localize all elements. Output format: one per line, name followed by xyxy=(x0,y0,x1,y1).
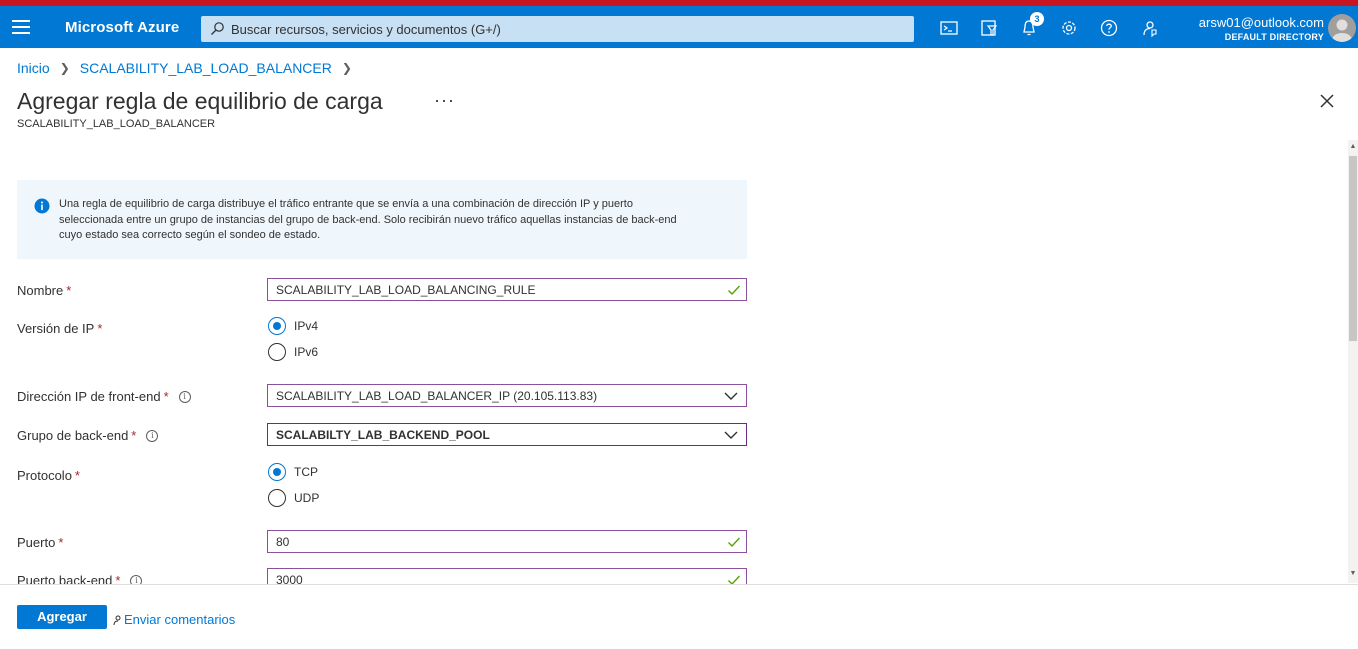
feedback-icon[interactable] xyxy=(1139,18,1159,38)
azure-top-bar: Microsoft Azure Buscar recursos, servici… xyxy=(0,6,1358,48)
frontend-ip-label: Dirección IP de front-end * i xyxy=(17,389,191,404)
breadcrumb-home[interactable]: Inicio xyxy=(17,60,50,76)
info-text-line: cuyo estado sea correcto según el sondeo… xyxy=(59,229,321,241)
more-options-button[interactable]: ··· xyxy=(434,90,455,111)
radio-label: IPv6 xyxy=(294,345,319,359)
check-icon xyxy=(728,537,741,548)
add-button[interactable]: Agregar xyxy=(17,605,107,629)
avatar[interactable] xyxy=(1328,14,1356,42)
port-value: 80 xyxy=(276,534,290,549)
chevron-right-icon: ❯ xyxy=(59,61,70,75)
page-subtitle: SCALABILITY_LAB_LOAD_BALANCER xyxy=(17,118,216,130)
check-icon xyxy=(728,285,741,296)
frontend-ip-value: SCALABILITY_LAB_LOAD_BALANCER_IP (20.105… xyxy=(276,388,598,403)
chevron-down-icon xyxy=(724,431,738,439)
send-feedback-link[interactable]: Enviar comentarios xyxy=(112,612,235,627)
backend-pool-value: SCALABILTY_LAB_BACKEND_POOL xyxy=(276,427,490,442)
radio-tcp[interactable]: TCP xyxy=(268,463,318,481)
required-mark: * xyxy=(66,283,72,298)
help-icon[interactable] xyxy=(1099,18,1119,38)
info-tooltip-icon[interactable]: i xyxy=(146,429,159,442)
scroll-up-icon[interactable]: ▲ xyxy=(1349,143,1357,151)
frontend-ip-label-text: Dirección IP de front-end xyxy=(17,389,161,404)
cloud-shell-icon[interactable] xyxy=(939,18,959,38)
backend-pool-label-text: Grupo de back-end xyxy=(17,428,129,443)
user-icon xyxy=(1332,19,1352,42)
ip-version-label-text: Versión de IP xyxy=(17,321,95,336)
directory-filter-icon[interactable] xyxy=(979,18,999,38)
info-text-line: Una regla de equilibrio de carga distrib… xyxy=(59,198,633,210)
account-directory: DEFAULT DIRECTORY xyxy=(1224,32,1324,42)
radio-ipv4[interactable]: IPv4 xyxy=(268,317,318,335)
account-email: arsw01@outlook.com xyxy=(1198,15,1324,30)
feedback-icon xyxy=(113,615,121,625)
scrollbar[interactable]: ▲ ▼ xyxy=(1348,140,1358,583)
protocol-label-text: Protocolo xyxy=(17,468,72,483)
info-tooltip-icon[interactable]: i xyxy=(178,390,191,403)
radio-udp[interactable]: UDP xyxy=(268,489,319,507)
required-mark: * xyxy=(131,428,137,443)
ip-version-label: Versión de IP * xyxy=(17,321,102,336)
radio-unselected-icon xyxy=(268,343,286,361)
search-input[interactable]: Buscar recursos, servicios y documentos … xyxy=(201,16,914,42)
required-mark: * xyxy=(74,468,80,483)
feedback-link-text: Enviar comentarios xyxy=(124,612,236,627)
notification-badge: 3 xyxy=(1030,12,1044,26)
brand-title[interactable]: Microsoft Azure xyxy=(65,19,179,36)
radio-selected-icon xyxy=(268,463,286,481)
backend-pool-label: Grupo de back-end * i xyxy=(17,428,159,443)
breadcrumb-load-balancer[interactable]: SCALABILITY_LAB_LOAD_BALANCER xyxy=(80,60,332,76)
radio-label: IPv4 xyxy=(294,319,319,333)
info-banner: Una regla de equilibrio de carga distrib… xyxy=(17,180,747,259)
scroll-down-icon[interactable]: ▼ xyxy=(1349,570,1357,578)
gear-icon[interactable] xyxy=(1059,18,1079,38)
close-icon[interactable] xyxy=(1318,92,1336,110)
required-mark: * xyxy=(163,389,169,404)
port-label: Puerto * xyxy=(17,535,63,550)
radio-unselected-icon xyxy=(268,489,286,507)
chevron-down-icon xyxy=(724,392,738,400)
name-value: SCALABILITY_LAB_LOAD_BALANCING_RULE xyxy=(276,282,536,297)
radio-selected-icon xyxy=(268,317,286,335)
search-placeholder: Buscar recursos, servicios y documentos … xyxy=(231,21,501,37)
required-mark: * xyxy=(97,321,103,336)
breadcrumb: Inicio ❯ SCALABILITY_LAB_LOAD_BALANCER ❯ xyxy=(17,60,362,76)
name-input[interactable]: SCALABILITY_LAB_LOAD_BALANCING_RULE xyxy=(267,278,747,301)
chevron-right-icon: ❯ xyxy=(341,61,352,75)
radio-label: TCP xyxy=(294,465,318,479)
name-label-text: Nombre xyxy=(17,283,64,298)
port-label-text: Puerto xyxy=(17,535,56,550)
required-mark: * xyxy=(58,535,64,550)
footer: Agregar Enviar comentarios xyxy=(0,585,1358,649)
port-input[interactable]: 80 xyxy=(267,530,747,553)
notifications-button[interactable]: 3 xyxy=(1019,12,1044,38)
scroll-thumb[interactable] xyxy=(1349,156,1357,341)
radio-ipv6[interactable]: IPv6 xyxy=(268,343,318,361)
backend-pool-dropdown[interactable]: SCALABILTY_LAB_BACKEND_POOL xyxy=(267,423,747,446)
name-label: Nombre * xyxy=(17,283,71,298)
radio-label: UDP xyxy=(294,491,320,505)
page-title: Agregar regla de equilibrio de carga xyxy=(17,88,383,114)
protocol-label: Protocolo * xyxy=(17,468,80,483)
menu-icon[interactable] xyxy=(12,20,30,34)
account-info[interactable]: arsw01@outlook.com DEFAULT DIRECTORY xyxy=(1199,15,1324,42)
info-text-line: seleccionada entre un grupo de instancia… xyxy=(59,213,677,226)
search-icon xyxy=(211,22,224,35)
info-icon xyxy=(34,198,50,214)
frontend-ip-dropdown[interactable]: SCALABILITY_LAB_LOAD_BALANCER_IP (20.105… xyxy=(267,384,747,407)
